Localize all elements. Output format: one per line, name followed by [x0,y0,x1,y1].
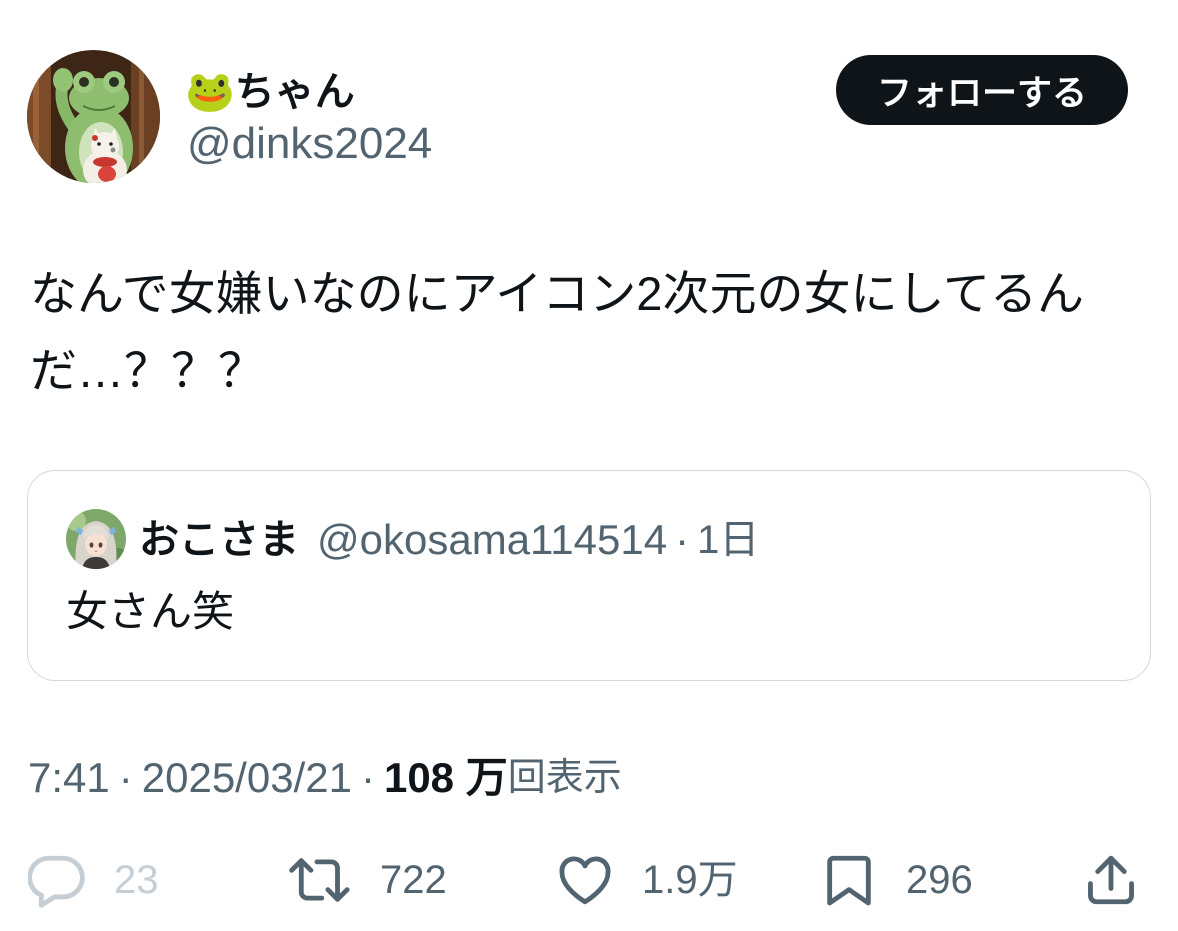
quoted-tweet-header: おこさま @okosama114514 · 1日 [139,512,759,568]
quoted-author-display-name: おこさま [139,518,299,562]
tweet-time[interactable]: 7:41 [28,750,110,806]
quoted-tweet-card[interactable]: おこさま @okosama114514 · 1日 女さん笑 [27,470,1151,681]
repost-count: 722 [380,858,447,902]
reply-icon [28,855,85,908]
repost-icon [289,858,350,902]
author-avatar[interactable] [27,50,160,183]
frog-figurine-image [27,50,160,183]
separator-dot: · [360,754,375,801]
repost-button[interactable]: 722 [288,851,447,909]
tweet-text: なんで女嫌いなのにアイコン2次元の女にしてるんだ…？？？ [30,267,1085,397]
follow-button[interactable]: フォローする [836,55,1128,125]
like-count: 1.9万 [642,858,738,902]
bookmark-count: 296 [906,858,973,902]
tweet-meta: 7:41 · 2025/03/21 · 108 万 回表示 [28,750,622,806]
bookmark-icon [827,855,871,906]
separator-dot: · [675,516,690,563]
share-button[interactable] [1082,851,1140,909]
bookmark-button[interactable]: 296 [820,851,973,909]
like-button[interactable]: 1.9万 [556,851,738,909]
quoted-author-avatar [66,509,126,569]
anime-character-image [66,509,126,569]
heart-icon [559,856,611,905]
share-icon [1088,855,1134,905]
tweet-detail-page: 🐸ちゃん @dinks2024 フォローする なんで女嫌いなのにアイコン2次元の… [0,0,1178,931]
quoted-tweet-text: 女さん笑 [66,588,235,635]
quoted-tweet-time: 1日 [697,518,760,562]
author-handle[interactable]: @dinks2024 [187,118,432,170]
reply-count: 23 [114,858,159,902]
reply-button[interactable]: 23 [28,851,159,909]
view-count[interactable]: 108 万 [384,750,508,806]
tweet-date[interactable]: 2025/03/21 [142,750,352,806]
view-count-label[interactable]: 回表示 [508,750,622,806]
quoted-author-handle: @okosama114514 [317,516,668,563]
author-display-name[interactable]: 🐸ちゃん [185,64,355,120]
separator-dot: · [118,754,133,801]
